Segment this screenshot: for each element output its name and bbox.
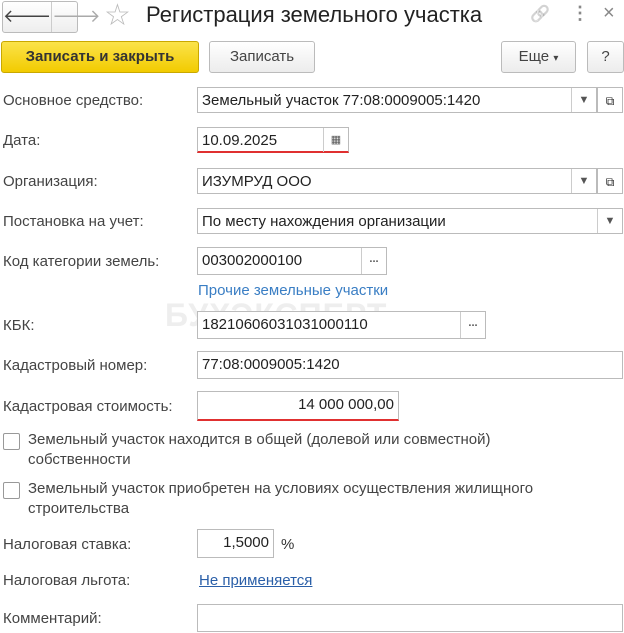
calendar-icon[interactable]: ▦ xyxy=(323,128,348,152)
chevron-down-icon: ▾ xyxy=(553,53,559,64)
kbk-label: КБК: xyxy=(3,317,35,334)
housing-label: Земельный участок приобретен на условиях… xyxy=(28,480,534,517)
tax-benefit-label: Налоговая льгота: xyxy=(3,572,131,589)
tax-benefit-link[interactable]: Не применяется xyxy=(199,572,312,589)
cadastral-number-label: Кадастровый номер: xyxy=(3,357,148,374)
dropdown-icon[interactable]: ▼ xyxy=(571,88,596,112)
nav-buttons: 🡐 🡒 xyxy=(2,1,101,33)
link-icon[interactable]: 🔗 xyxy=(530,4,550,24)
org-field[interactable]: ИЗУМРУД ООО ▼ xyxy=(197,168,597,194)
forward-button[interactable]: 🡒 xyxy=(51,2,101,32)
org-value: ИЗУМРУД ООО xyxy=(202,173,312,190)
dropdown-icon[interactable]: ▼ xyxy=(571,169,596,193)
asset-value: Земельный участок 77:08:0009005:1420 xyxy=(202,92,481,109)
registration-value: По месту нахождения организации xyxy=(202,213,446,230)
comment-label: Комментарий: xyxy=(3,610,102,627)
close-icon[interactable]: × xyxy=(603,2,615,25)
more-icon[interactable]: ⋮ xyxy=(571,3,589,24)
date-label: Дата: xyxy=(3,132,41,149)
kbk-value: 18210606031031000110 xyxy=(202,316,368,333)
tax-rate-unit: % xyxy=(281,536,295,553)
land-category-value: 003002000100 xyxy=(202,252,303,269)
kbk-field[interactable]: 18210606031031000110... xyxy=(197,311,486,339)
shared-ownership-checkbox[interactable] xyxy=(3,433,20,450)
registration-label: Постановка на учет: xyxy=(3,213,144,230)
org-label: Организация: xyxy=(3,173,98,190)
open-org-button[interactable]: ⧉ xyxy=(597,168,623,194)
cadastral-value-label: Кадастровая стоимость: xyxy=(3,398,173,415)
more-label: Еще xyxy=(518,48,550,65)
registration-select[interactable]: По месту нахождения организации ▼ xyxy=(197,208,623,234)
save-button[interactable]: Записать xyxy=(209,41,315,73)
comment-field[interactable] xyxy=(197,604,623,632)
land-category-field[interactable]: 003002000100... xyxy=(197,247,387,275)
page-title: Регистрация земельного участка xyxy=(146,2,483,27)
land-category-hint: Прочие земельные участки xyxy=(198,282,389,299)
more-button[interactable]: Еще ▾ xyxy=(501,41,576,73)
star-icon[interactable]: ☆ xyxy=(104,0,131,33)
land-category-label: Код категории земель: xyxy=(3,253,160,270)
asset-label: Основное средство: xyxy=(3,92,144,109)
back-button[interactable]: 🡐 xyxy=(3,2,51,32)
tax-rate-field[interactable]: 1,5000 xyxy=(197,529,274,558)
asset-field[interactable]: Земельный участок 77:08:0009005:1420 ▼ xyxy=(197,87,597,113)
select-button[interactable]: ... xyxy=(460,312,485,338)
cadastral-value-field[interactable]: 14 000 000,00 xyxy=(197,391,399,421)
dropdown-icon[interactable]: ▼ xyxy=(597,209,622,233)
date-field[interactable]: 10.09.2025 ▦ xyxy=(197,127,349,153)
tax-rate-label: Налоговая ставка: xyxy=(3,536,132,553)
housing-checkbox[interactable] xyxy=(3,482,20,499)
cadastral-number-field[interactable]: 77:08:0009005:1420 xyxy=(197,351,623,379)
save-and-close-button[interactable]: Записать и закрыть xyxy=(1,41,199,73)
help-button[interactable]: ? xyxy=(587,41,624,73)
open-asset-button[interactable]: ⧉ xyxy=(597,87,623,113)
date-value: 10.09.2025 xyxy=(202,132,278,149)
shared-ownership-label: Земельный участок находится в общей (дол… xyxy=(28,431,491,468)
select-button[interactable]: ... xyxy=(361,248,386,274)
